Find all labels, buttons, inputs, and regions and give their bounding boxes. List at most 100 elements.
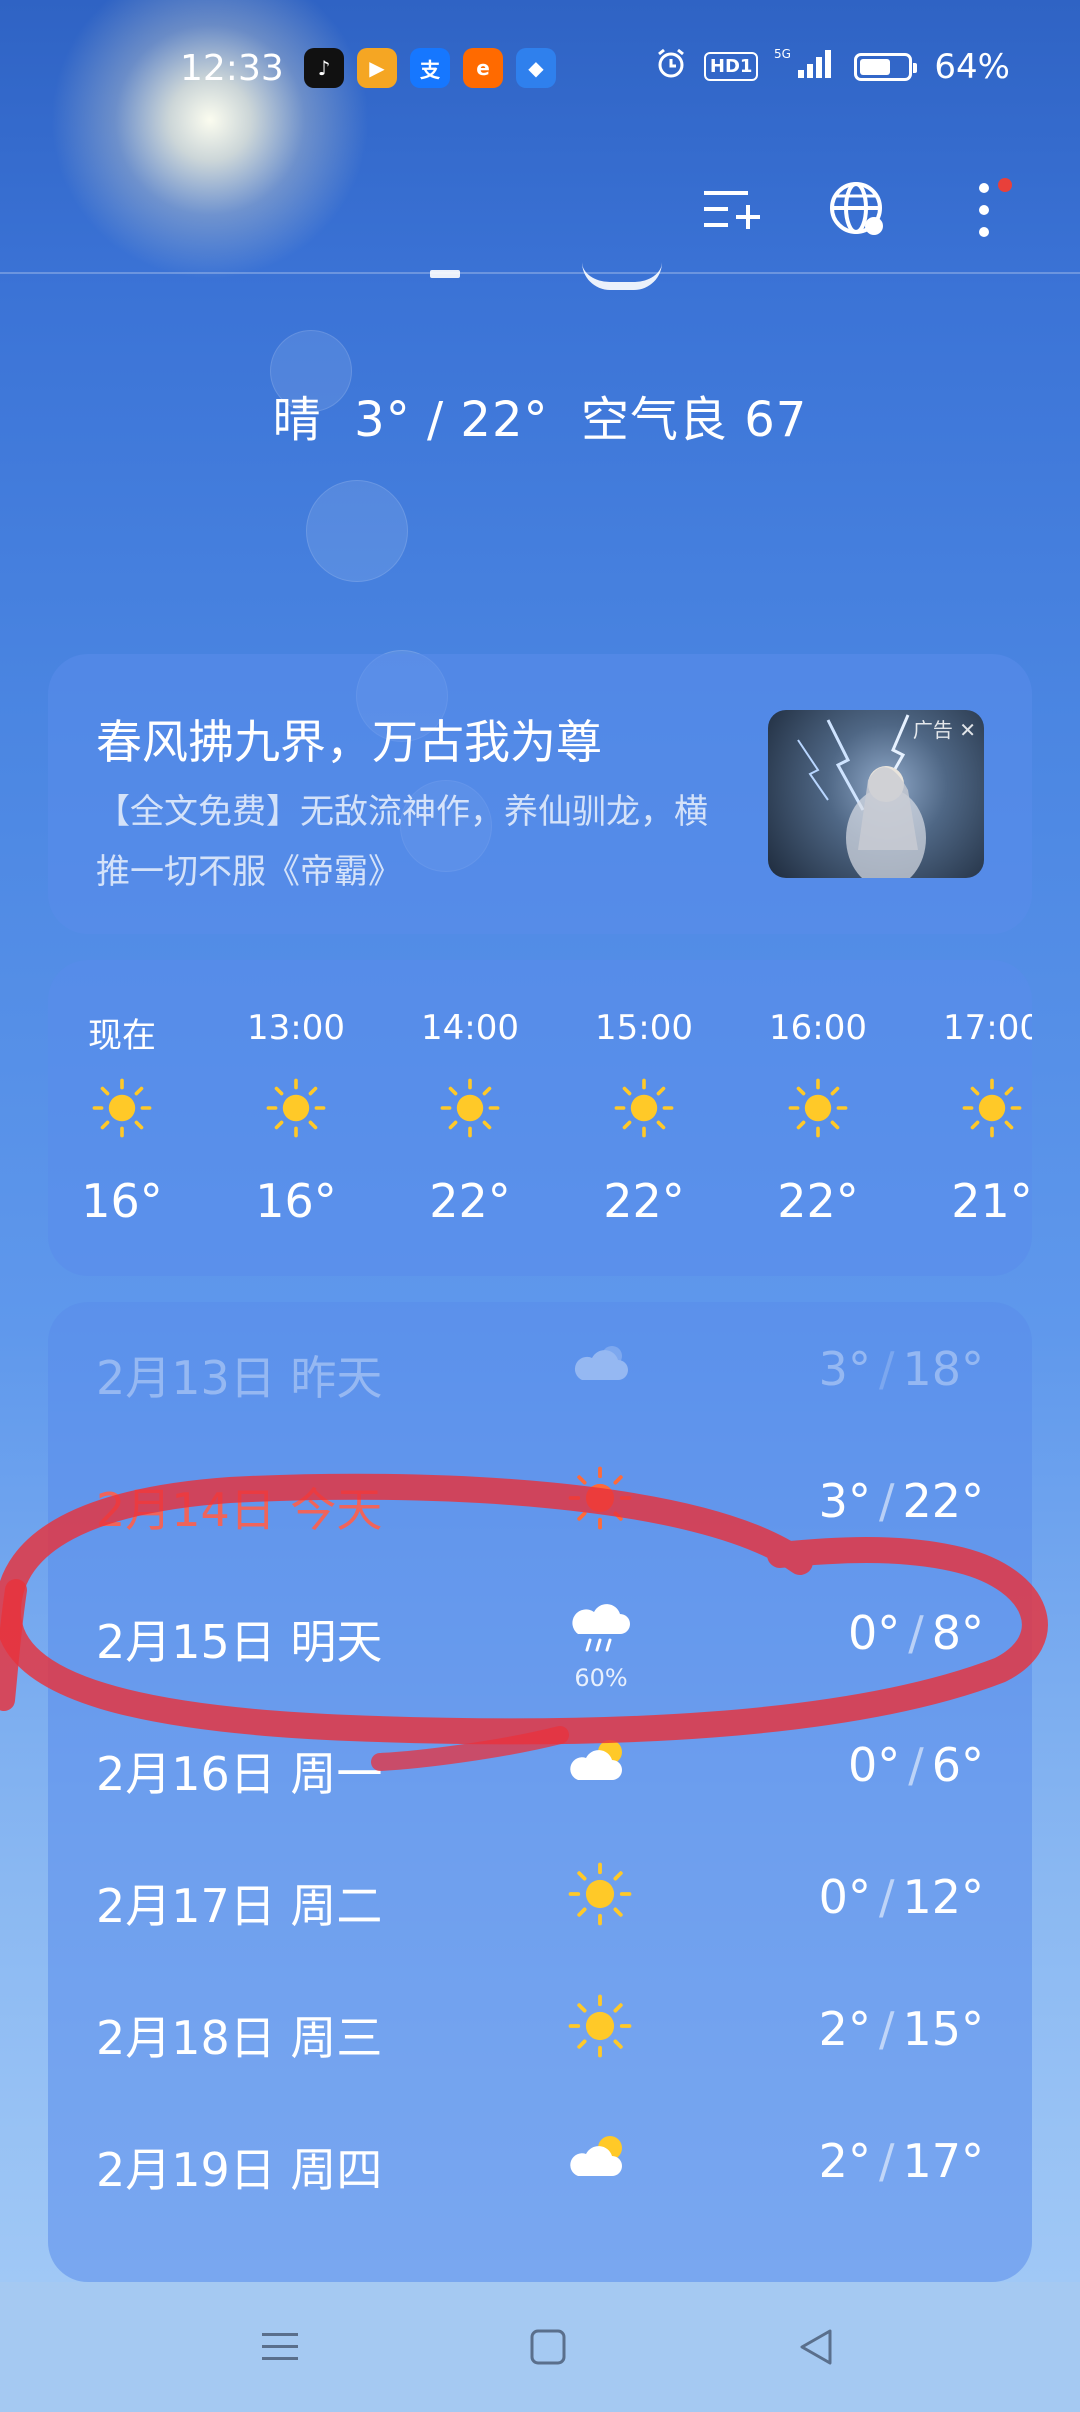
day-low: 3° [818,1474,871,1528]
ad-description: 【全文免费】无敌流神作，养仙驯龙，横推一切不服《帝霸》 [96,792,708,892]
daily-row[interactable]: 2月18日 周三 2°/15° [48,1962,1032,2094]
weather-summary: 晴 3° / 22° 空气良 67 [272,392,808,448]
day-temp-range: 3°/22° [819,1474,984,1528]
day-low: 0° [847,1606,901,1660]
hour-time: 14:00 [421,1008,519,1048]
status-bar: 12:33 ♪ ▶ 支 e ◆ HD1 5G 64% [0,0,1080,130]
temp-separator: / [878,2002,895,2056]
hour-temp: 22° [429,1174,511,1228]
home-square-icon [530,2329,566,2365]
sun-icon [962,1078,1022,1138]
sun-icon [568,1862,632,1926]
hour-temp: 22° [603,1174,685,1228]
day-temp-range: 0°/6° [848,1738,984,1792]
partly-cloudy-icon [568,1730,632,1794]
sun-icon [568,1994,632,2058]
sun-icon [92,1078,152,1138]
hour-temp: 16° [255,1174,337,1228]
hour-temp: 16° [81,1174,163,1228]
sun-icon [614,1078,674,1138]
day-low: 0° [818,1870,871,1924]
back-triangle-icon [800,2329,832,2365]
hour-time: 15:00 [595,1008,693,1048]
notification-dot [998,178,1012,192]
day-low: 2° [818,2002,871,2056]
more-options-button[interactable] [944,170,1024,250]
day-high: 12° [902,1870,984,1924]
list-add-icon [704,191,760,229]
day-label: 2月17日 周二 [96,1879,383,1933]
day-temp-range: 3°/18° [819,1342,984,1396]
hd-voice-badge: HD1 [703,52,759,81]
ad-image: 广告 ✕ [768,710,984,878]
globe-button[interactable] [818,170,898,250]
current-temp-fragment [582,262,662,290]
day-temp-range: 0°/12° [819,1870,984,1924]
day-high: 18° [902,1342,984,1396]
menu-icon [262,2333,298,2360]
day-temp-range: 0°/8° [848,1606,984,1660]
city-manage-button[interactable] [692,170,772,250]
temp-separator: / [878,2134,895,2188]
sun-icon [568,1466,632,1530]
partly-cloudy-icon [568,2126,632,2190]
temp-separator: / [908,1606,924,1660]
hour-temp: 22° [777,1174,859,1228]
daily-row[interactable]: 2月17日 周二 0°/12° [48,1830,1032,1962]
ad-card[interactable]: 春风拂九界，万古我为尊 【全文免费】无敌流神作，养仙驯龙，横推一切不服《帝霸》 … [48,654,1032,934]
browser-app-icon: ◆ [516,48,556,88]
day-low: 2° [818,2134,871,2188]
day-label: 2月13日 昨天 [96,1351,383,1405]
day-label: 2月15日 明天 [96,1615,383,1669]
day-temp-range: 2°/17° [819,2134,984,2188]
hourly-forecast-card[interactable]: 现在 16° 13:00 16° 14:00 22° 15:00 22° 16:… [48,960,1032,1276]
ad-tag[interactable]: 广告 ✕ [913,714,976,743]
day-low: 0° [847,1738,901,1792]
toolbar-divider [0,272,1080,274]
day-high: 22° [902,1474,984,1528]
day-label: 2月18日 周三 [96,2011,383,2065]
today-high: 22° [460,392,549,448]
1688-icon: e [463,48,503,88]
svg-text:5G: 5G [774,47,791,61]
recent-apps-button[interactable] [240,2312,320,2382]
day-label: 2月19日 周四 [96,2143,383,2197]
sun-icon [788,1078,848,1138]
hour-temp: 21° [951,1174,1032,1228]
navigation-bar [0,2282,1080,2412]
daily-row[interactable]: 2月14日 今天 3°/22° [48,1434,1032,1566]
day-low: 3° [818,1342,871,1396]
day-high: 8° [931,1606,984,1660]
day-label: 2月14日 今天 [96,1483,383,1537]
daily-row[interactable]: 2月16日 周一 0°/6° [48,1698,1032,1830]
video-app-icon: ▶ [357,48,397,88]
battery-percent: 64% [934,46,1010,87]
globe-icon [830,182,883,235]
daily-row[interactable]: 2月13日 昨天 3°/18° [48,1302,1032,1434]
hour-time: 现在 [88,1016,156,1056]
condition-text: 晴 [272,392,322,448]
more-vertical-icon [979,183,989,237]
cloud-icon [568,1334,632,1398]
battery-icon [854,52,918,81]
daily-row[interactable]: 2月15日 明天 60% 0°/8° [48,1566,1032,1698]
home-button[interactable] [508,2312,588,2382]
day-high: 17° [902,2134,984,2188]
daily-forecast-card[interactable]: 2月13日 昨天 3°/18° 2月14日 今天 3°/22° 2月15日 明天… [48,1302,1032,2282]
air-quality[interactable]: 空气良 67 [581,392,807,448]
day-temp-range: 2°/15° [819,2002,984,2056]
notification-app-icons: ♪ ▶ 支 e ◆ [304,48,556,88]
rain-icon [568,1598,632,1662]
temp-separator: / [908,1738,924,1792]
back-button[interactable] [776,2312,856,2382]
clock: 12:33 [180,48,284,89]
hour-time: 16:00 [769,1008,867,1048]
daily-row[interactable]: 2月19日 周四 2°/17° [48,2094,1032,2226]
day-label: 2月16日 周一 [96,1747,383,1801]
lens-flare [306,480,408,582]
tiktok-icon: ♪ [304,48,344,88]
alipay-icon: 支 [410,48,450,88]
precip-probability: 60% [574,1664,628,1692]
temp-separator: / [878,1342,895,1396]
ad-title: 春风拂九界，万古我为尊 [96,715,602,769]
